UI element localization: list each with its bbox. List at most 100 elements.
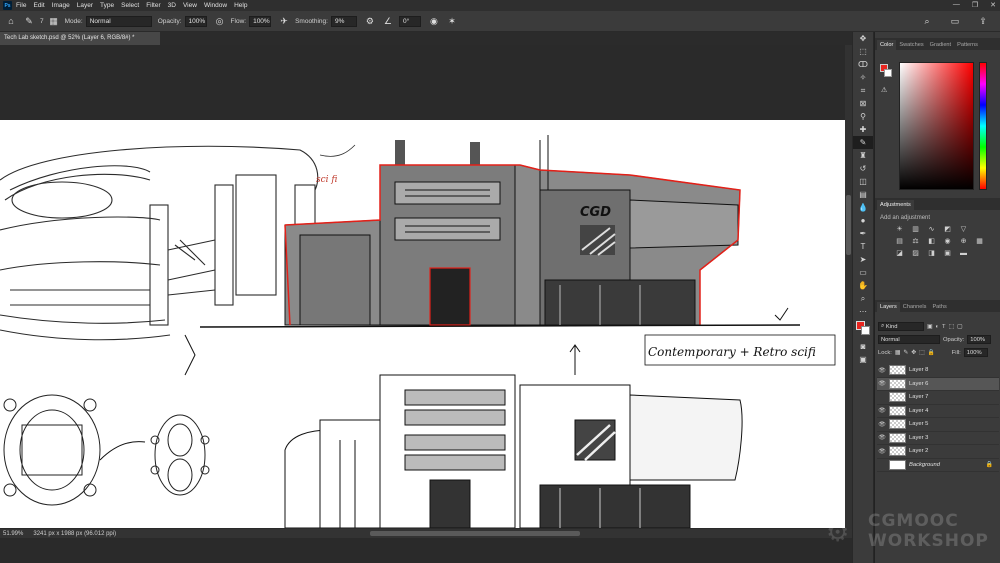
visibility-eye-icon[interactable]: 👁 — [877, 448, 887, 455]
lock-pixels-icon[interactable]: ▦ — [895, 350, 900, 356]
path-select-tool-icon[interactable]: ➤ — [853, 253, 873, 266]
menu-edit[interactable]: Edit — [33, 2, 44, 9]
color-panel-background[interactable] — [884, 69, 892, 77]
eyedropper-tool-icon[interactable]: ⚲ — [853, 110, 873, 123]
gear-icon[interactable]: ⚙ — [363, 14, 377, 28]
horizontal-scroll-thumb[interactable] — [370, 531, 580, 536]
sketch-canvas[interactable]: sci fi CGD Contemporary + Retro scifi — [0, 120, 845, 529]
layer-row[interactable]: 👁 Layer 8 — [877, 364, 999, 378]
airbrush-icon[interactable]: ✈ — [277, 14, 291, 28]
lock-paint-icon[interactable]: ✎ — [903, 350, 908, 356]
menu-window[interactable]: Window — [204, 2, 227, 9]
brush-tool-icon[interactable]: ✎ — [853, 136, 873, 149]
vertical-scroll-thumb[interactable] — [846, 195, 851, 255]
search-icon[interactable]: ⌕ — [920, 14, 934, 28]
visibility-eye-icon[interactable]: 👁 — [877, 407, 887, 414]
layer-kind-filter[interactable]: ⌕ Kind — [878, 322, 924, 331]
levels-icon[interactable]: ▥ — [911, 225, 920, 233]
smoothing-field[interactable]: 9% — [330, 15, 357, 27]
color-balance-icon[interactable]: ⚖ — [911, 237, 920, 245]
layer-row[interactable]: 👁 Layer 5 — [877, 418, 999, 432]
hue-slider[interactable] — [979, 62, 987, 190]
layer-row[interactable]: 👁 Layer 6 — [877, 377, 999, 391]
gradient-tool-icon[interactable]: ▤ — [853, 188, 873, 201]
clone-stamp-tool-icon[interactable]: ♜ — [853, 149, 873, 162]
pen-tool-icon[interactable]: ✒ — [853, 227, 873, 240]
share-icon[interactable]: ⇪ — [976, 14, 990, 28]
brush-preset-icon[interactable]: ✎ — [22, 14, 36, 28]
brightness-icon[interactable]: ☀ — [895, 225, 904, 233]
document-tab[interactable]: Tech Lab sketch.psd @ 52% (Layer 6, RGB/… — [0, 32, 160, 45]
color-field[interactable] — [899, 62, 974, 190]
filter-pixel-icon[interactable]: ▣ — [927, 324, 932, 330]
layer-row[interactable]: Layer 7 — [877, 391, 999, 405]
frame-tool-icon[interactable]: ⊠ — [853, 97, 873, 110]
pressure-size-icon[interactable]: ◉ — [427, 14, 441, 28]
filter-shape-icon[interactable]: ⬚ — [949, 324, 954, 330]
crop-tool-icon[interactable]: ⌗ — [853, 84, 873, 97]
more-tools-icon[interactable]: ⋯ — [853, 305, 873, 318]
history-brush-tool-icon[interactable]: ↺ — [853, 162, 873, 175]
minimize-icon[interactable]: — — [953, 1, 960, 9]
menu-select[interactable]: Select — [121, 2, 139, 9]
lock-artboard-icon[interactable]: ⬚ — [919, 350, 924, 356]
menu-file[interactable]: File — [16, 2, 26, 9]
lasso-tool-icon[interactable]: ↀ — [853, 58, 873, 71]
type-tool-icon[interactable]: T — [853, 240, 873, 253]
angle-field[interactable]: 0° — [398, 15, 421, 27]
workspace-icon[interactable]: ▭ — [948, 14, 962, 28]
vibrance-icon[interactable]: ▽ — [959, 225, 968, 233]
lock-all-icon[interactable]: 🔒 — [928, 350, 935, 356]
marquee-tool-icon[interactable]: ⬚ — [853, 45, 873, 58]
exposure-icon[interactable]: ◩ — [943, 225, 952, 233]
mode-select[interactable]: Normal — [85, 15, 152, 27]
layer-row[interactable]: Background 🔒 — [877, 459, 999, 472]
layer-row[interactable]: 👁 Layer 2 — [877, 445, 999, 459]
gradient-map-icon[interactable]: ▬ — [959, 249, 968, 257]
filter-adjust-icon[interactable]: ◐ — [935, 324, 939, 330]
tab-swatches[interactable]: Swatches — [896, 40, 926, 50]
channel-mixer-icon[interactable]: ⊕ — [959, 237, 968, 245]
gamut-warning-icon[interactable]: ⚠ — [881, 86, 887, 94]
photo-filter-icon[interactable]: ◉ — [943, 237, 952, 245]
layer-row[interactable]: 👁 Layer 3 — [877, 432, 999, 445]
background-swatch[interactable] — [861, 326, 870, 335]
brush-settings-icon[interactable]: ▦ — [47, 14, 61, 28]
close-icon[interactable]: ✕ — [990, 1, 996, 9]
home-icon[interactable]: ⌂ — [4, 14, 18, 28]
menu-filter[interactable]: Filter — [146, 2, 160, 9]
menu-image[interactable]: Image — [52, 2, 70, 9]
lock-position-icon[interactable]: ✥ — [911, 350, 916, 356]
tab-adjustments[interactable]: Adjustments — [877, 200, 914, 210]
tab-gradient[interactable]: Gradient — [927, 40, 954, 50]
tab-channels[interactable]: Channels — [900, 302, 930, 312]
threshold-icon[interactable]: ◨ — [927, 249, 936, 257]
filter-type-icon[interactable]: T — [942, 324, 946, 330]
fill-field[interactable]: 100% — [963, 348, 988, 357]
visibility-eye-icon[interactable]: 👁 — [877, 367, 887, 374]
tab-layers[interactable]: Layers — [877, 302, 900, 312]
menu-type[interactable]: Type — [100, 2, 114, 9]
black-white-icon[interactable]: ◧ — [927, 237, 936, 245]
pressure-opacity-icon[interactable]: ◎ — [213, 14, 227, 28]
menu-3d[interactable]: 3D — [168, 2, 176, 9]
zoom-tool-icon[interactable]: ⌕ — [853, 292, 873, 305]
tab-color[interactable]: Color — [877, 40, 897, 50]
curves-icon[interactable]: ∿ — [927, 225, 936, 233]
hand-tool-icon[interactable]: ✋ — [853, 279, 873, 292]
dodge-tool-icon[interactable]: ● — [853, 214, 873, 227]
vertical-scrollbar[interactable] — [845, 45, 852, 529]
eraser-tool-icon[interactable]: ◫ — [853, 175, 873, 188]
canvas-area[interactable]: sci fi CGD Contemporary + Retro scifi — [0, 45, 852, 529]
zoom-level[interactable]: 51.99% — [3, 531, 23, 537]
move-tool-icon[interactable]: ✥ — [853, 32, 873, 45]
layer-opacity-field[interactable]: 100% — [967, 335, 992, 344]
layer-row[interactable]: 👁 Layer 4 — [877, 405, 999, 418]
color-lookup-icon[interactable]: ▦ — [975, 237, 984, 245]
tab-patterns[interactable]: Patterns — [954, 40, 981, 50]
color-swatches[interactable] — [853, 318, 873, 340]
menu-layer[interactable]: Layer — [77, 2, 93, 9]
brush-size-label[interactable]: 7 — [40, 18, 44, 25]
menu-view[interactable]: View — [183, 2, 197, 9]
flow-field[interactable]: 100% — [249, 15, 272, 27]
